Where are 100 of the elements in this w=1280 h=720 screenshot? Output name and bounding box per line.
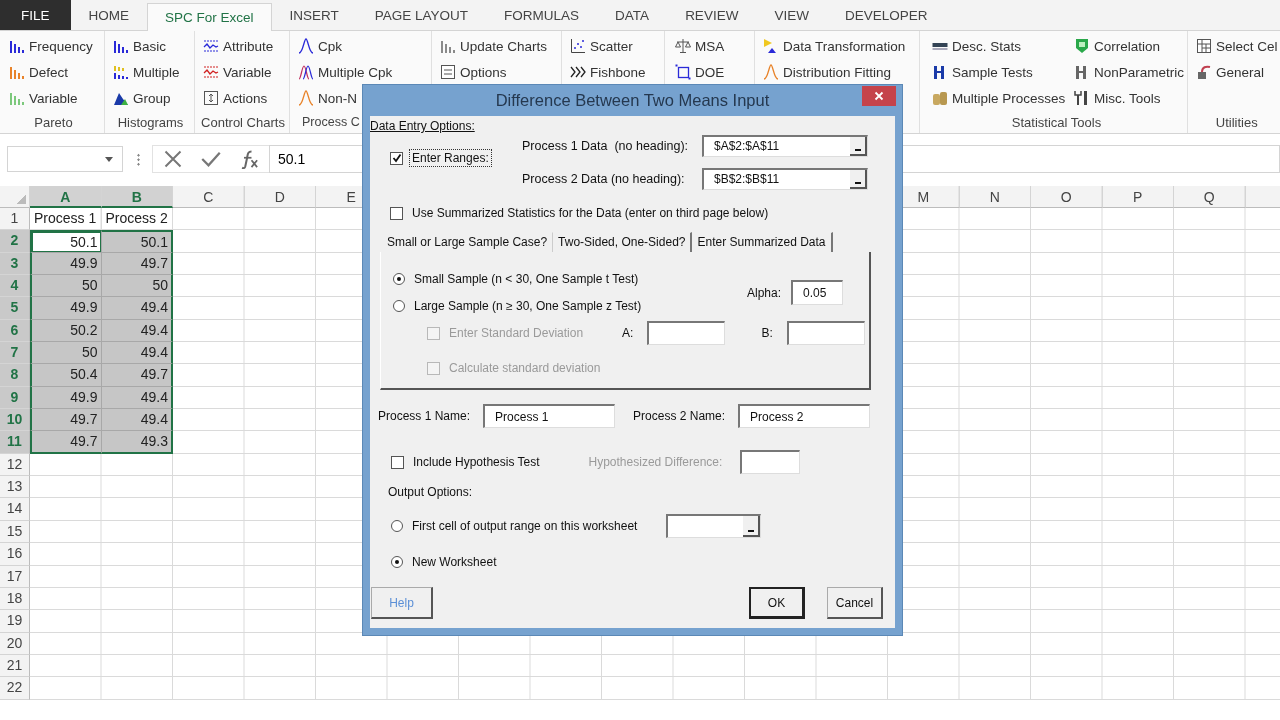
table-cell[interactable]: 49.9: [30, 252, 102, 276]
ribbon-button[interactable]: Fishbone: [570, 64, 658, 80]
ribbon-tab[interactable]: DEVELOPER: [826, 0, 946, 30]
ribbon-button[interactable]: Correlation: [1074, 38, 1185, 54]
tab[interactable]: Two-Sided, One-Sided?: [553, 232, 693, 252]
table-cell[interactable]: 49.9: [30, 386, 102, 410]
ribbon-button[interactable]: Non-N: [298, 90, 425, 106]
table-cell[interactable]: 49.4: [101, 297, 173, 320]
input-field[interactable]: [647, 321, 726, 345]
ribbon-button[interactable]: Variable: [9, 90, 98, 106]
tab[interactable]: Enter Summarized Data: [692, 232, 833, 252]
ribbon-button[interactable]: Select Cel: [1196, 38, 1278, 54]
ribbon-tab[interactable]: PAGE LAYOUT: [356, 0, 487, 30]
ribbon-button[interactable]: DOE: [675, 64, 748, 80]
ribbon-button[interactable]: Multiple: [113, 64, 188, 80]
row-header[interactable]: 4: [0, 275, 30, 298]
ribbon-tab[interactable]: HOME: [70, 0, 147, 30]
row-header[interactable]: 10: [0, 409, 30, 432]
ribbon-button[interactable]: Cpk: [298, 38, 425, 54]
row-header[interactable]: 22: [0, 677, 30, 700]
row-header[interactable]: 16: [0, 543, 30, 566]
input-field[interactable]: Process 1: [483, 404, 616, 428]
ribbon-button[interactable]: Scatter: [570, 38, 658, 54]
checkbox[interactable]: [390, 206, 403, 220]
radio-button[interactable]: [393, 300, 405, 312]
table-cell[interactable]: 49.7: [101, 364, 173, 387]
ribbon-button[interactable]: Actions: [203, 90, 283, 106]
row-header[interactable]: 2: [0, 230, 30, 253]
table-cell[interactable]: 50.2: [30, 319, 102, 343]
input-field[interactable]: $B$2:$B$11: [702, 167, 868, 190]
input-field[interactable]: $A$2:$A$11: [702, 134, 868, 157]
ribbon-button[interactable]: Desc. Stats: [932, 38, 1074, 54]
radio-button[interactable]: [393, 273, 405, 285]
ribbon-button[interactable]: Update Charts: [440, 38, 555, 54]
table-cell[interactable]: 49.4: [101, 409, 173, 432]
ribbon-button[interactable]: Data Transformation: [763, 38, 913, 54]
checkbox[interactable]: [391, 455, 404, 469]
row-header[interactable]: 5: [0, 297, 30, 320]
row-header[interactable]: 1: [0, 208, 30, 231]
check-icon[interactable]: [201, 149, 221, 169]
row-header[interactable]: 17: [0, 565, 30, 588]
column-header[interactable]: B: [101, 186, 173, 208]
ribbon-button[interactable]: Distribution Fitting: [763, 64, 913, 80]
ribbon-button[interactable]: Multiple Processes: [932, 90, 1074, 106]
table-cell[interactable]: 50.1: [30, 230, 102, 253]
ribbon-tab[interactable]: INSERT: [271, 0, 357, 30]
close-button[interactable]: [862, 86, 896, 106]
ribbon-button[interactable]: Defect: [9, 64, 98, 80]
table-cell[interactable]: 50.1: [101, 230, 173, 253]
ribbon-button[interactable]: Frequency: [9, 38, 98, 54]
ribbon-tab[interactable]: SPC For Excel: [147, 3, 272, 31]
ribbon-button[interactable]: Misc. Tools: [1074, 90, 1185, 106]
input-field[interactable]: [786, 321, 865, 345]
range-select-button[interactable]: [850, 136, 867, 156]
ribbon-button[interactable]: NonParametric: [1074, 64, 1185, 80]
dialog-button[interactable]: OK: [749, 587, 805, 619]
row-header[interactable]: 20: [0, 632, 30, 655]
file-tab[interactable]: FILE: [0, 0, 71, 30]
ribbon-button[interactable]: Variable: [203, 64, 283, 80]
row-header[interactable]: 14: [0, 498, 30, 521]
table-cell[interactable]: 50: [30, 342, 102, 365]
ribbon-tab[interactable]: VIEW: [756, 0, 827, 30]
row-header[interactable]: 8: [0, 364, 30, 387]
radio-button[interactable]: [391, 520, 403, 532]
ribbon-button[interactable]: Sample Tests: [932, 64, 1074, 80]
row-header[interactable]: 9: [0, 386, 30, 410]
row-header[interactable]: 12: [0, 453, 30, 477]
row-header[interactable]: 6: [0, 319, 30, 343]
table-cell[interactable]: 49.4: [101, 342, 173, 365]
column-header[interactable]: A: [30, 186, 102, 208]
table-cell[interactable]: 50.4: [30, 364, 102, 387]
table-cell[interactable]: 50: [101, 275, 173, 298]
function-icon[interactable]: [239, 149, 259, 169]
ribbon-button[interactable]: Multiple Cpk: [298, 64, 425, 80]
table-cell[interactable]: 49.7: [30, 409, 102, 432]
row-header[interactable]: 15: [0, 520, 30, 544]
range-select-button[interactable]: [850, 169, 867, 189]
ribbon-tab[interactable]: FORMULAS: [486, 0, 598, 30]
ribbon-button[interactable]: MSA: [675, 38, 748, 54]
range-select-button[interactable]: [743, 516, 761, 537]
table-cell[interactable]: 49.3: [101, 431, 173, 454]
row-header[interactable]: 11: [0, 431, 30, 454]
row-header[interactable]: 18: [0, 587, 30, 611]
dialog-button[interactable]: Cancel: [827, 587, 883, 619]
ribbon-button[interactable]: Basic: [113, 38, 188, 54]
ribbon-button[interactable]: Options: [440, 64, 555, 80]
row-header[interactable]: 13: [0, 476, 30, 499]
row-header[interactable]: 21: [0, 654, 30, 678]
ribbon-tab[interactable]: DATA: [597, 0, 668, 30]
table-cell[interactable]: 49.9: [30, 297, 102, 320]
input-field[interactable]: Process 2: [738, 404, 871, 428]
row-header[interactable]: 7: [0, 342, 30, 365]
input-field[interactable]: 0.05: [791, 280, 843, 305]
table-cell[interactable]: 49.7: [30, 431, 102, 454]
input-field[interactable]: [666, 514, 762, 538]
input-field[interactable]: [740, 450, 801, 474]
radio-button[interactable]: [391, 556, 403, 568]
row-header[interactable]: 3: [0, 252, 30, 276]
ribbon-button[interactable]: Attribute: [203, 38, 283, 54]
ribbon-button[interactable]: Group: [113, 90, 188, 106]
